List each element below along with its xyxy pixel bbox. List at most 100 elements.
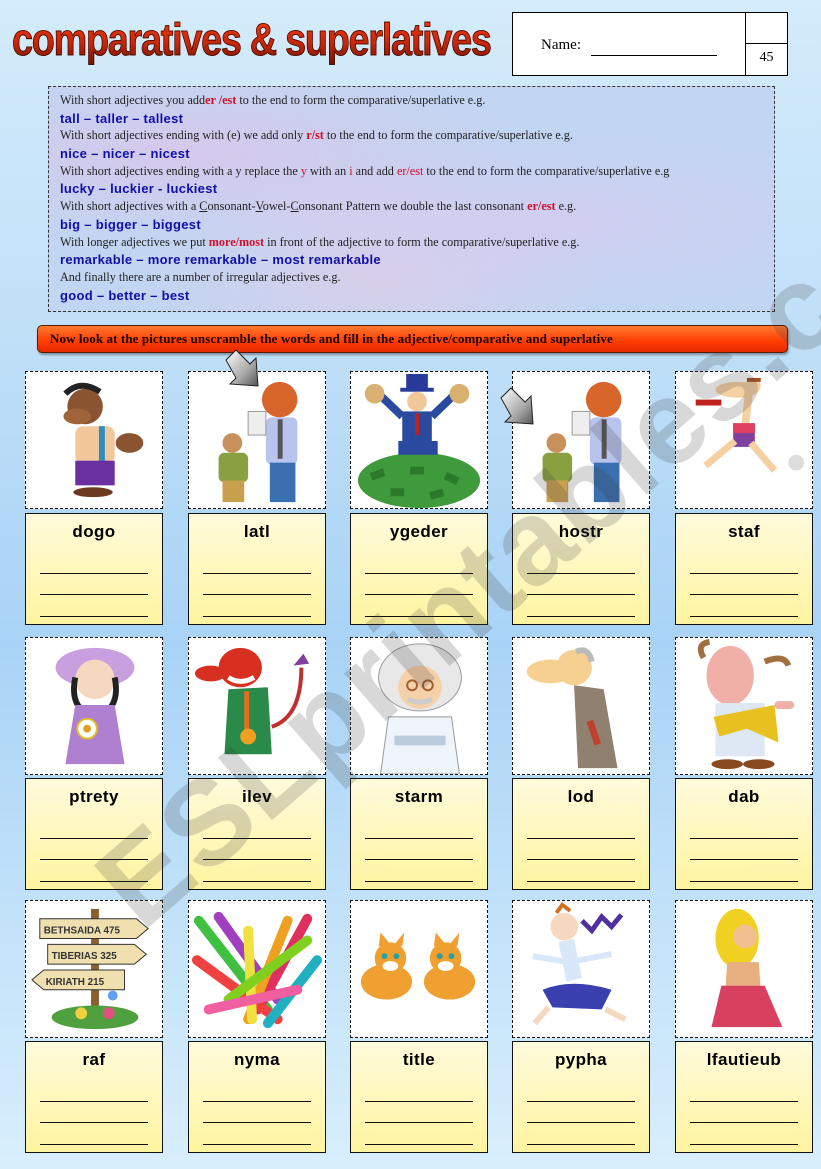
picture-smiling-man-thumbs-up [25,371,163,509]
rich-man-on-money-pile-illustration [357,373,481,508]
superlative-answer-line[interactable] [203,595,311,617]
picture-einstein-scientist [350,637,488,775]
adjective-answer-line[interactable] [365,817,473,839]
scrambled-word: lfautieub [706,1050,782,1069]
highlighted-suffix: more/most [208,234,265,249]
highlighted-suffix: r/st [306,128,324,143]
adjective-answer-line[interactable] [203,552,311,574]
comparative-answer-line[interactable] [203,839,311,860]
superlative-answer-line[interactable] [690,860,798,882]
superlative-answer-line[interactable] [690,595,798,617]
comparative-answer-line[interactable] [690,839,798,860]
adjective-answer-line[interactable] [365,1080,473,1102]
two-kittens-illustration [360,932,476,1000]
jumping-happy-man-illustration [532,902,627,1026]
picture-grumpy-man-in-toga [675,637,813,775]
adjective-answer-line[interactable] [365,552,473,574]
picture-many-colored-markers [188,900,326,1038]
picture-signpost-bethsaida-tiberias-kiriath: BETHSAIDA 475 TIBERIAS 325 KIRIATH 215 [25,900,163,1038]
scrambled-word: ygeder [389,522,449,541]
superlative-answer-line[interactable] [40,595,148,617]
picture-old-man-hunched [512,637,650,775]
comparative-answer-line[interactable] [527,839,635,860]
comparative-answer-line[interactable] [40,574,148,595]
superlative-answer-line[interactable] [690,1123,798,1145]
name-box: Name: 45 [512,12,788,76]
picture-girl-in-purple-hat [25,637,163,775]
comparative-answer-line[interactable] [203,1102,311,1123]
rule-text: and add [352,163,397,178]
sign-label: BETHSAIDA 475 [44,926,121,937]
girl-in-purple-hat-illustration [55,647,135,765]
scrambled-word: nyma [233,1050,280,1069]
picture-jumping-happy-man [512,900,650,1038]
comparative-answer-line[interactable] [365,839,473,860]
rule-text: With short adjectives with a [60,199,200,214]
rule-description: With short adjectives ending with a y re… [60,163,774,181]
answer-card: staf [675,513,813,625]
comparative-answer-line[interactable] [40,1102,148,1123]
rule-text: e.g. [555,199,577,214]
adjective-answer-line[interactable] [40,1080,148,1102]
highlighted-suffix: er /est [205,93,237,107]
rule-text: With short adjectives you add [60,93,206,107]
adjective-answer-line[interactable] [690,552,798,574]
adjective-answer-line[interactable] [40,817,148,839]
adjective-answer-line[interactable] [527,1080,635,1102]
answer-card: raf [25,1041,163,1153]
superlative-answer-line[interactable] [527,595,635,617]
picture-running-man-with-baton [675,371,813,509]
comparative-answer-line[interactable] [527,1102,635,1123]
picture-rich-man-on-money-pile [350,371,488,509]
comparative-answer-line[interactable] [527,574,635,595]
scrambled-word: ilev [242,787,272,806]
scrambled-word: lod [567,787,595,806]
scrambled-word: dogo [72,522,116,541]
number-cell: 45 [746,13,787,75]
comparative-answer-line[interactable] [203,574,311,595]
superlative-answer-line[interactable] [203,1123,311,1145]
comparative-answer-line[interactable] [365,574,473,595]
superlative-answer-line[interactable] [365,595,473,617]
answer-card: pypha [512,1041,650,1153]
answer-card: ygeder [350,513,488,625]
rule-text: With longer adjectives we put [60,234,209,249]
superlative-answer-line[interactable] [527,1123,635,1145]
adjective-answer-line[interactable] [40,552,148,574]
name-field[interactable] [591,55,717,56]
answer-card: starm [350,778,488,890]
adjective-answer-line[interactable] [203,817,311,839]
rule-text: with an [306,163,350,178]
sign-label: TIBERIAS 325 [52,951,118,962]
scrambled-word: latl [243,522,271,541]
adjective-answer-line[interactable] [527,817,635,839]
scrambled-word: raf [82,1050,106,1069]
highlighted-suffix: er/est [396,163,424,178]
adjective-answer-line[interactable] [690,1080,798,1102]
rule-text: With short adjectives ending with a y re… [60,163,301,178]
rule-text: to the end to form the comparative/super… [323,128,573,143]
superlative-answer-line[interactable] [527,860,635,882]
scrambled-word: starm [394,787,444,806]
comparative-answer-line[interactable] [40,839,148,860]
rule-example: remarkable – more remarkable – most rema… [60,252,381,268]
smiling-man-thumbs-up-illustration [63,382,144,498]
superlative-answer-line[interactable] [203,860,311,882]
einstein-scientist-illustration [378,643,462,774]
comparative-answer-line[interactable] [690,1102,798,1123]
superlative-answer-line[interactable] [40,1123,148,1145]
rule-text: owel- [262,199,291,214]
rule-text: C [290,199,299,214]
tall-man-with-short-man-illustration [218,381,298,503]
picture-red-devil-in-suit [188,637,326,775]
comparative-answer-line[interactable] [690,574,798,595]
adjective-answer-line[interactable] [203,1080,311,1102]
old-man-hunched-illustration [526,647,618,769]
adjective-answer-line[interactable] [690,817,798,839]
adjective-answer-line[interactable] [527,552,635,574]
comparative-answer-line[interactable] [365,1102,473,1123]
superlative-answer-line[interactable] [365,860,473,882]
answer-card: ilev [188,778,326,890]
superlative-answer-line[interactable] [365,1123,473,1145]
superlative-answer-line[interactable] [40,860,148,882]
